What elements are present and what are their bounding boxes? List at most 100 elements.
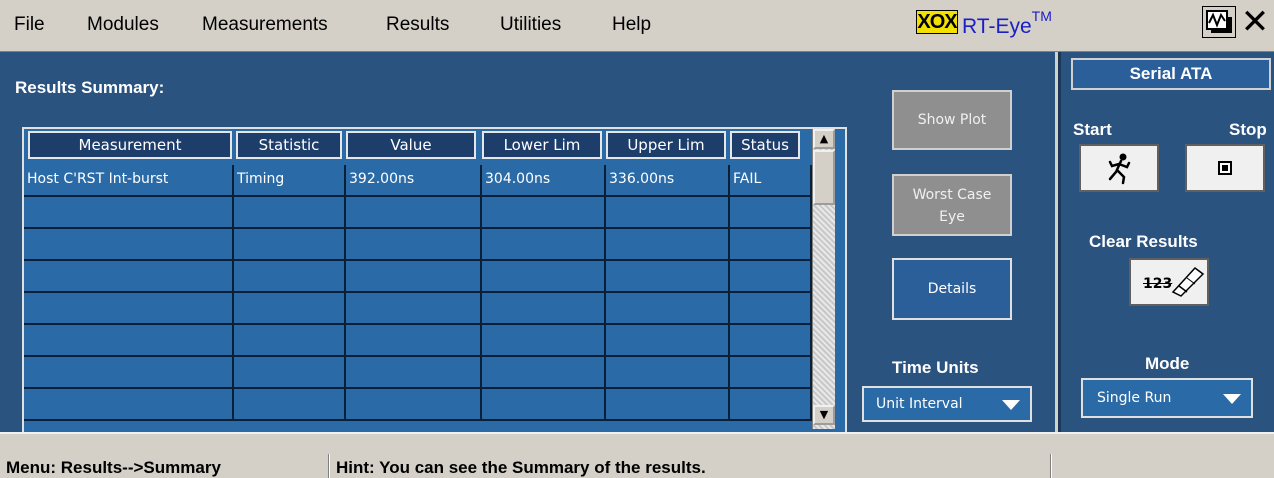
table-cell [24,261,234,291]
table-cell [482,261,606,291]
status-hint: Hint: You can see the Summary of the res… [336,458,706,477]
table-cell [346,357,482,387]
table-row[interactable] [24,197,814,229]
table-cell [346,325,482,355]
app-title-text: RT-Eye [962,15,1032,38]
table-cell [482,357,606,387]
table-cell: 336.00ns [606,165,730,195]
stop-button[interactable] [1185,144,1265,192]
status-divider [328,454,330,478]
table-row[interactable]: Host C'RST Int-burst Timing 392.00ns 304… [24,165,814,197]
table-cell [234,389,346,419]
table-cell [606,389,730,419]
table-cell [234,229,346,259]
control-panel: Serial ATA Start Stop Clear Results 123 … [1058,52,1274,432]
waveform-window-icon [1206,10,1232,33]
table-row[interactable] [24,261,814,293]
app-title-trademark: TM [1031,8,1052,24]
time-units-value: Unit Interval [876,396,963,412]
scroll-thumb[interactable] [813,150,835,205]
worst-case-eye-line2: Eye [939,209,965,225]
table-cell [482,197,606,227]
menu-modules[interactable]: Modules [87,14,159,36]
minimize-window-button[interactable] [1202,6,1236,38]
stop-square-icon [1218,161,1232,175]
table-cell [606,357,730,387]
status-menu-path: Menu: Results-->Summary [6,458,221,477]
column-header-measurement[interactable]: Measurement [28,131,232,159]
stop-label: Stop [1229,120,1267,139]
table-cell [234,357,346,387]
close-icon[interactable]: ✕ [1238,3,1272,41]
table-cell [730,389,812,419]
table-cell: Host C'RST Int-burst [24,165,234,195]
column-header-upper-lim[interactable]: Upper Lim [606,131,726,159]
table-cell [730,293,812,323]
scroll-up-icon[interactable]: ▲ [813,129,835,149]
menu-file[interactable]: File [14,14,45,36]
chevron-down-icon [1002,400,1020,410]
clear-results-icon-text: 123 [1143,276,1173,292]
table-cell [24,293,234,323]
table-row[interactable] [24,389,814,421]
table-cell [482,229,606,259]
mode-value: Single Run [1097,390,1172,406]
scroll-down-icon[interactable]: ▼ [813,405,835,425]
clear-results-label: Clear Results [1089,232,1198,251]
menu-help[interactable]: Help [612,14,651,36]
table-cell [346,261,482,291]
table-cell [606,197,730,227]
clear-results-button[interactable]: 123 [1129,258,1209,306]
serial-ata-title: Serial ATA [1071,58,1271,90]
table-row[interactable] [24,325,814,357]
column-header-value[interactable]: Value [346,131,476,159]
show-plot-button[interactable]: Show Plot [892,90,1012,150]
table-cell [24,325,234,355]
table-cell [730,261,812,291]
worst-case-eye-button[interactable]: Worst Case Eye [892,174,1012,236]
table-cell [234,197,346,227]
table-cell [24,389,234,419]
results-table: Measurement Statistic Value Lower Lim Up… [22,127,847,478]
table-cell [606,293,730,323]
table-cell [730,229,812,259]
status-bar: Menu: Results-->Summary Hint: You can se… [0,432,1274,478]
column-header-statistic[interactable]: Statistic [236,131,342,159]
start-button[interactable] [1079,144,1159,192]
table-cell: Timing [234,165,346,195]
menu-utilities[interactable]: Utilities [500,14,561,36]
table-cell [234,261,346,291]
time-units-label: Time Units [892,358,979,377]
mode-dropdown[interactable]: Single Run [1081,378,1253,418]
column-header-lower-lim[interactable]: Lower Lim [482,131,602,159]
start-label: Start [1073,120,1112,139]
menu-measurements[interactable]: Measurements [202,14,328,36]
table-row[interactable] [24,357,814,389]
results-summary-title: Results Summary: [15,78,165,97]
table-cell [346,293,482,323]
table-row[interactable] [24,229,814,261]
table-row[interactable] [24,293,814,325]
table-cell: 392.00ns [346,165,482,195]
menu-bar: File Modules Measurements Results Utilit… [0,0,1274,52]
table-cell [606,261,730,291]
chevron-down-icon [1223,394,1241,404]
details-button[interactable]: Details [892,258,1012,320]
eraser-icon [1171,266,1205,297]
table-scrollbar[interactable]: ▲ ▼ [812,129,835,429]
table-cell [346,389,482,419]
table-cell [606,325,730,355]
table-cell [24,357,234,387]
table-cell [482,293,606,323]
table-cell [482,325,606,355]
mode-label: Mode [1145,354,1190,373]
results-panel: Results Summary: Measurement Statistic V… [0,52,1055,478]
table-cell [24,229,234,259]
menu-results[interactable]: Results [386,14,449,36]
column-header-status[interactable]: Status [730,131,800,159]
table-cell [234,293,346,323]
time-units-dropdown[interactable]: Unit Interval [862,386,1032,422]
table-cell [606,229,730,259]
status-divider [1050,454,1052,478]
app-logo: XOX [916,10,958,34]
